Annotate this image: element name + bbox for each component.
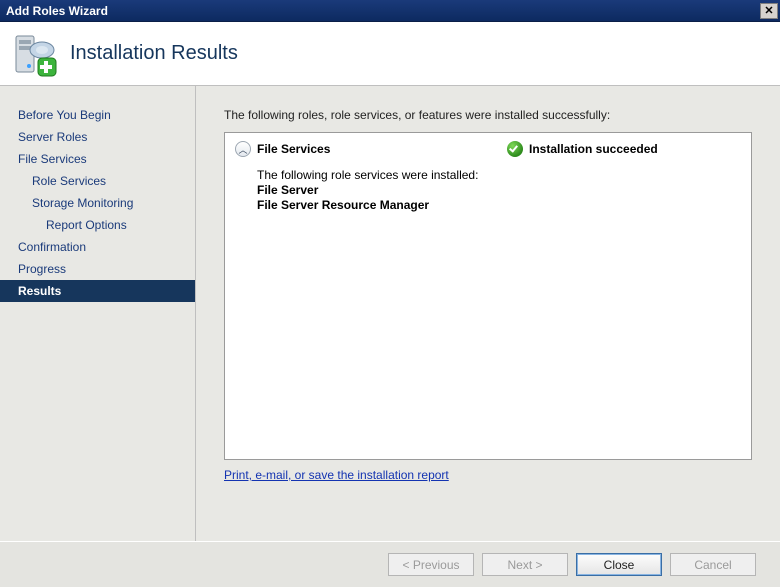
next-button: Next > xyxy=(482,553,568,576)
sidebar-item-label: Before You Begin xyxy=(18,108,111,122)
page-title: Installation Results xyxy=(70,42,238,65)
close-button[interactable]: Close xyxy=(576,553,662,576)
status: Installation succeeded xyxy=(507,141,658,157)
result-header-row: ︿ File Services Installation succeeded xyxy=(235,139,741,163)
wizard-header: Installation Results xyxy=(0,22,780,86)
collapse-toggle[interactable]: ︿ xyxy=(235,141,251,157)
sidebar-item-label: Confirmation xyxy=(18,240,86,254)
sidebar-item-label: Progress xyxy=(18,262,66,276)
window-close-button[interactable]: ✕ xyxy=(760,3,778,19)
window-title: Add Roles Wizard xyxy=(6,4,108,18)
sidebar-item-confirmation[interactable]: Confirmation xyxy=(0,236,195,258)
detail-item: File Server Resource Manager xyxy=(257,198,741,212)
sidebar-item-storage-monitoring[interactable]: Storage Monitoring xyxy=(0,192,195,214)
sidebar-item-label: Results xyxy=(18,284,61,298)
success-icon xyxy=(507,141,523,157)
wizard-header-icon xyxy=(10,30,58,78)
sidebar-item-before-you-begin[interactable]: Before You Begin xyxy=(0,104,195,126)
results-panel: ︿ File Services Installation succeeded T… xyxy=(224,132,752,460)
sidebar-item-label: Report Options xyxy=(46,218,127,232)
close-icon: ✕ xyxy=(764,4,773,17)
report-link[interactable]: Print, e-mail, or save the installation … xyxy=(224,468,449,482)
detail-item: File Server xyxy=(257,183,741,197)
detail-intro: The following role services were install… xyxy=(257,168,741,182)
status-text: Installation succeeded xyxy=(529,142,658,156)
wizard-sidebar: Before You Begin Server Roles File Servi… xyxy=(0,86,196,541)
sidebar-item-label: Storage Monitoring xyxy=(32,196,133,210)
sidebar-item-label: Server Roles xyxy=(18,130,87,144)
sidebar-item-progress[interactable]: Progress xyxy=(0,258,195,280)
sidebar-item-results[interactable]: Results xyxy=(0,280,195,302)
sidebar-item-server-roles[interactable]: Server Roles xyxy=(0,126,195,148)
sidebar-item-report-options[interactable]: Report Options xyxy=(0,214,195,236)
wizard-footer: < Previous Next > Close Cancel xyxy=(0,541,780,587)
role-name: File Services xyxy=(257,142,507,156)
result-detail: The following role services were install… xyxy=(235,163,741,212)
sidebar-item-label: Role Services xyxy=(32,174,106,188)
wizard-content: The following roles, role services, or f… xyxy=(196,86,780,541)
cancel-button: Cancel xyxy=(670,553,756,576)
sidebar-item-role-services[interactable]: Role Services xyxy=(0,170,195,192)
sidebar-item-file-services[interactable]: File Services xyxy=(0,148,195,170)
chevron-up-icon: ︿ xyxy=(238,143,247,156)
previous-button: < Previous xyxy=(388,553,474,576)
intro-text: The following roles, role services, or f… xyxy=(224,108,752,122)
sidebar-item-label: File Services xyxy=(18,152,87,166)
titlebar: Add Roles Wizard ✕ xyxy=(0,0,780,22)
